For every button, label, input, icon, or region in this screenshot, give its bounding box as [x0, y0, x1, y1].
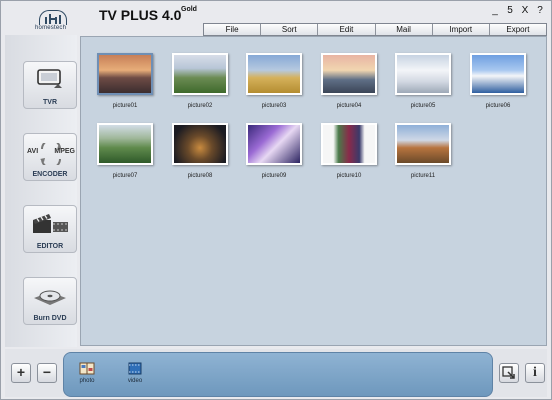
sidebar-label-encoder: ENCODER	[32, 171, 68, 178]
thumbnail-picture06[interactable]	[470, 53, 526, 95]
tray-label-photo: photo	[79, 378, 95, 384]
dvd-icon	[24, 284, 76, 314]
bottom-bar: + − photo video i	[5, 349, 547, 397]
minimize-button[interactable]: _	[490, 5, 500, 17]
encoder-sub-left: AVI	[27, 148, 39, 155]
encoder-sub-right: MPEG	[54, 148, 75, 155]
thumbnail-picture02[interactable]	[172, 53, 228, 95]
sidebar-label-editor: EDITOR	[36, 243, 64, 250]
sidebar-tvr-button[interactable]: TVR	[23, 61, 77, 109]
close-button[interactable]: X	[520, 5, 530, 17]
thumbnail-picture11[interactable]	[395, 123, 451, 165]
window-controls: _ 5 X ?	[490, 5, 545, 17]
thumbnail-picture07[interactable]	[97, 123, 153, 165]
photo-album-icon	[79, 362, 95, 375]
tray-label-video: video	[127, 378, 143, 384]
remove-button[interactable]: −	[37, 363, 57, 383]
house-logo-icon	[39, 10, 67, 25]
thumbnail-picture05[interactable]	[395, 53, 451, 95]
menu-mail[interactable]: Mail	[376, 24, 433, 35]
menu-bar: File Sort Edit Mail Import Export	[203, 23, 547, 36]
logo-text: homestech	[35, 25, 67, 31]
thumbnail-caption: picture04	[336, 103, 362, 109]
thumbnail-caption: picture02	[187, 103, 213, 109]
brand-logo: homestech	[5, 4, 67, 36]
menu-file[interactable]: File	[204, 24, 262, 35]
thumbnail-caption: picture06	[485, 103, 511, 109]
tray-item-video[interactable]: video	[118, 358, 152, 392]
export-button[interactable]	[499, 363, 519, 383]
tv-icon	[24, 68, 76, 96]
thumbnail-caption: picture10	[336, 173, 362, 179]
sidebar-encoder-button[interactable]: AVI MPEG ENCODER	[23, 133, 77, 181]
thumbnail-caption: picture01	[112, 103, 138, 109]
sidebar-label-tvr: TVR	[43, 99, 57, 106]
thumbnail-picture01[interactable]	[97, 53, 153, 95]
sidebar-label-burn-dvd: Burn DVD	[33, 315, 67, 322]
thumbnail-picture08[interactable]	[172, 123, 228, 165]
picture-gallery: picture01 picture02 picture03 picture04 …	[80, 36, 547, 346]
add-button[interactable]: +	[11, 363, 31, 383]
menu-import[interactable]: Import	[433, 24, 490, 35]
app-title: TV PLUS 4.0	[99, 7, 182, 23]
export-arrow-icon	[502, 366, 515, 379]
video-icon	[127, 362, 143, 375]
app-window: homestech TV PLUS 4.0 Gold _ 5 X ? File …	[0, 0, 552, 400]
thumbnail-picture03[interactable]	[246, 53, 302, 95]
sidebar-editor-button[interactable]: EDITOR	[23, 205, 77, 253]
clapperboard-icon	[24, 212, 76, 242]
menu-edit[interactable]: Edit	[318, 24, 376, 35]
thumbnail-caption: picture05	[410, 103, 436, 109]
thumbnail-caption: picture03	[261, 103, 287, 109]
media-tray: photo video	[63, 352, 493, 397]
thumbnail-picture09[interactable]	[246, 123, 302, 165]
menu-export[interactable]: Export	[490, 24, 546, 35]
help-button[interactable]: ?	[535, 5, 545, 17]
tray-item-photo[interactable]: photo	[70, 358, 104, 392]
thumbnail-caption: picture09	[261, 173, 287, 179]
thumbnail-caption: picture11	[410, 173, 436, 179]
app-title-edition: Gold	[181, 6, 197, 13]
sidebar-burn-dvd-button[interactable]: Burn DVD	[23, 277, 77, 325]
menu-sort[interactable]: Sort	[261, 24, 319, 35]
thumbnail-caption: picture08	[187, 173, 213, 179]
sidebar: TVR AVI MPEG ENCODER EDITOR Burn DVD	[5, 35, 77, 347]
thumbnail-picture04[interactable]	[321, 53, 377, 95]
info-button[interactable]: i	[525, 363, 545, 383]
thumbnail-caption: picture07	[112, 173, 138, 179]
thumbnail-picture10[interactable]	[321, 123, 377, 165]
restore-button[interactable]: 5	[505, 5, 515, 17]
